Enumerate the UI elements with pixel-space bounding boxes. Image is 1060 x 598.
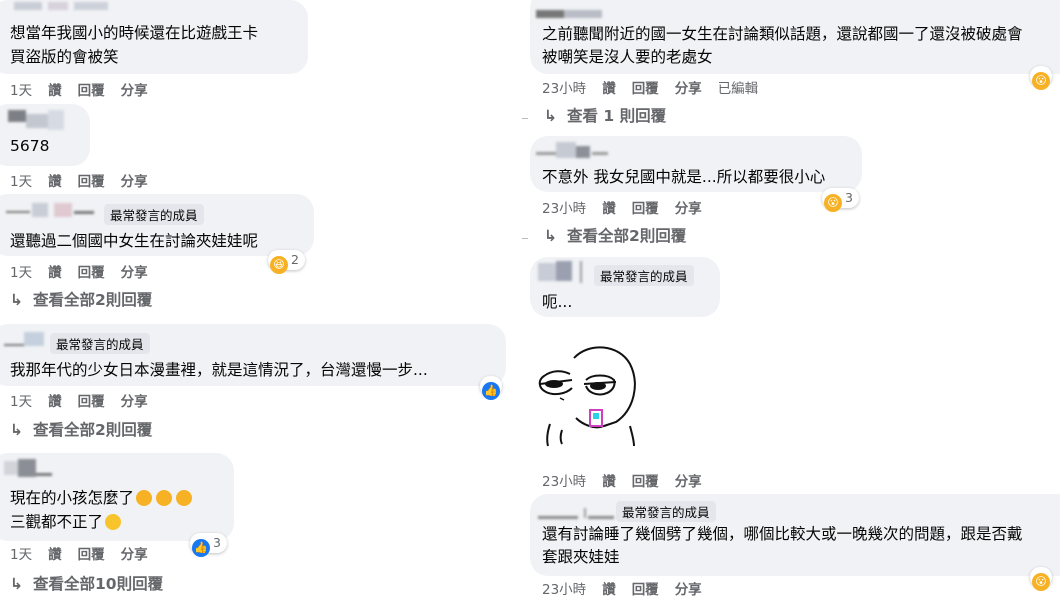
share-link[interactable]: 分享 <box>121 265 148 281</box>
comment-actions: 1天讚回覆 分享 <box>10 261 164 281</box>
reply-link[interactable]: 回覆 <box>78 174 105 190</box>
timestamp[interactable]: 1天 <box>10 265 32 281</box>
comment-actions: 23小時讚回覆 分享 已編輯 <box>542 77 774 97</box>
blurred-username <box>6 203 94 219</box>
comment-text: 5678 <box>10 137 50 155</box>
blurred-username <box>14 2 114 12</box>
blurred-username <box>538 261 590 283</box>
comment-actions: 1天讚回覆 分享 <box>10 390 164 410</box>
thread-connector <box>522 238 528 239</box>
comment-text: 被嘲笑是沒人要的老處女 <box>542 48 713 66</box>
comment-actions: 1天讚回覆 分享 <box>10 79 164 99</box>
like-link[interactable]: 讚 <box>602 474 616 490</box>
blurred-username <box>4 459 60 479</box>
reply-link[interactable]: 回覆 <box>632 474 659 490</box>
reply-link[interactable]: 回覆 <box>632 201 659 217</box>
comment-actions: 1天讚回覆 分享 <box>10 543 164 563</box>
top-contributor-badge: 最常發言的成員 <box>50 333 150 354</box>
share-link[interactable]: 分享 <box>675 201 702 217</box>
top-contributor-badge: 最常發言的成員 <box>104 204 204 225</box>
reply-arrow-icon: ↳ <box>10 421 23 439</box>
comment-actions: 1天讚回覆 分享 <box>10 170 164 190</box>
reply-link[interactable]: 回覆 <box>632 81 659 97</box>
like-link[interactable]: 讚 <box>48 394 62 410</box>
share-link[interactable]: 分享 <box>121 174 148 190</box>
reaction-count[interactable]: 😮 3 <box>822 188 859 212</box>
blurred-username <box>8 110 68 132</box>
comment-text: 還聽過二個國中女生在討論夾娃娃呢 <box>10 232 259 250</box>
reply-arrow-icon: ↳ <box>544 107 557 125</box>
anxious-face-icon <box>156 490 173 506</box>
reaction-count[interactable]: 😮 <box>1030 66 1052 90</box>
comment-text: 不意外 我女兒國中就是...所以都要很小心 <box>542 168 826 186</box>
wow-emoji-icon: 😮 <box>1032 72 1050 90</box>
share-link[interactable]: 分享 <box>121 83 148 99</box>
view-replies-link[interactable]: ↳ 查看 1 則回覆 <box>544 104 666 126</box>
like-link[interactable]: 讚 <box>48 83 62 99</box>
like-link[interactable]: 讚 <box>602 81 616 97</box>
share-link[interactable]: 分享 <box>675 474 702 490</box>
hugging-face-icon <box>105 514 122 530</box>
share-link[interactable]: 分享 <box>121 547 148 563</box>
blurred-username <box>4 332 52 348</box>
comment-actions: 23小時讚回覆 分享 <box>542 197 718 217</box>
comment-actions: 23小時讚回覆 分享 <box>542 470 718 490</box>
reply-link[interactable]: 回覆 <box>78 394 105 410</box>
comment-bubble <box>0 104 90 166</box>
reaction-count[interactable]: 😮 <box>1030 567 1052 591</box>
timestamp[interactable]: 23小時 <box>542 201 586 217</box>
wow-emoji-icon: 😮 <box>824 194 842 212</box>
like-link[interactable]: 讚 <box>48 265 62 281</box>
like-link[interactable]: 讚 <box>48 174 62 190</box>
blurred-username <box>536 8 606 20</box>
view-replies-link[interactable]: ↳ 查看全部2則回覆 <box>544 224 686 246</box>
timestamp[interactable]: 1天 <box>10 174 32 190</box>
like-reaction-icon: 👍 <box>192 539 210 557</box>
reaction-count[interactable]: 👍 3 <box>190 533 227 557</box>
reply-link[interactable]: 回覆 <box>78 265 105 281</box>
comment-text: 還有討論睡了幾個劈了幾個，哪個比較大或一晚幾次的問題，跟是否戴 <box>542 525 1023 543</box>
edited-label: 已編輯 <box>717 81 759 97</box>
blurred-username <box>538 508 618 520</box>
comment-text: 之前聽聞附近的國一女生在討論類似話題，還說都國一了還沒被破處會 <box>542 25 1023 43</box>
view-replies-link[interactable]: ↳ 查看全部2則回覆 <box>10 418 152 440</box>
anxious-face-icon <box>176 490 193 506</box>
timestamp[interactable]: 1天 <box>10 394 32 410</box>
reply-link[interactable]: 回覆 <box>78 547 105 563</box>
reaction-count[interactable]: 👍 <box>480 376 502 400</box>
view-replies-link[interactable]: ↳ 查看全部10則回覆 <box>10 572 163 594</box>
comment-text: 三觀都不正了 <box>10 510 122 532</box>
timestamp[interactable]: 1天 <box>10 547 32 563</box>
meme-sticker-image <box>538 346 636 447</box>
comment-text: 套跟夾娃娃 <box>542 548 620 566</box>
reply-arrow-icon: ↳ <box>544 227 557 245</box>
timestamp[interactable]: 1天 <box>10 83 32 99</box>
comment-text: 現在的小孩怎麼了 <box>10 486 193 508</box>
like-link[interactable]: 讚 <box>602 201 616 217</box>
like-link[interactable]: 讚 <box>48 547 62 563</box>
wow-emoji-icon: 😮 <box>1032 573 1050 591</box>
comment-text: 買盜版的會被笑 <box>10 48 119 66</box>
share-link[interactable]: 分享 <box>675 81 702 97</box>
like-reaction-icon: 👍 <box>482 382 500 400</box>
comment-actions: 23小時讚回覆 分享 <box>542 578 718 598</box>
reply-link[interactable]: 回覆 <box>78 83 105 99</box>
comment-text: 呃... <box>542 293 573 311</box>
comment-text: 想當年我國小的時候還在比遊戲王卡 <box>10 24 259 42</box>
reaction-count[interactable]: 😆 2 <box>268 250 305 274</box>
timestamp[interactable]: 23小時 <box>542 81 586 97</box>
reply-arrow-icon: ↳ <box>10 291 23 309</box>
top-contributor-badge: 最常發言的成員 <box>594 265 694 286</box>
timestamp[interactable]: 23小時 <box>542 474 586 490</box>
thread-connector <box>522 118 528 119</box>
haha-emoji-icon: 😆 <box>270 256 288 274</box>
blurred-username <box>536 142 610 160</box>
comment-text: 我那年代的少女日本漫畫裡，就是這情況了，台灣還慢一步... <box>10 361 428 379</box>
reply-arrow-icon: ↳ <box>10 575 23 593</box>
anxious-face-icon <box>136 490 153 506</box>
view-replies-link[interactable]: ↳ 查看全部2則回覆 <box>10 288 152 310</box>
share-link[interactable]: 分享 <box>121 394 148 410</box>
top-contributor-badge: 最常發言的成員 <box>616 501 716 522</box>
